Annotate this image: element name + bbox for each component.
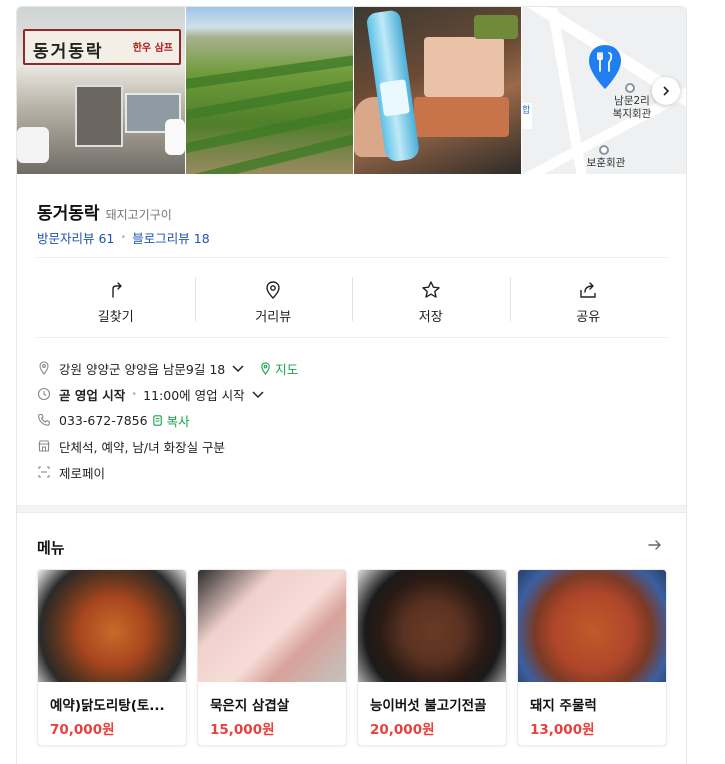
map-poi-icon — [599, 145, 609, 155]
location-icon — [39, 361, 49, 375]
menu-item[interactable]: 능이버섯 불고기전골 20,000원 — [357, 569, 507, 746]
chevron-down-icon[interactable] — [251, 387, 265, 401]
map-pin-icon — [589, 45, 621, 89]
street-view-icon — [266, 280, 280, 299]
divider — [37, 257, 667, 258]
place-title: 동거동락 — [37, 204, 100, 224]
menu-list: 예약)닭도리탕(토... 70,000원 묵은지 삼겹살 15,000원 능이버… — [37, 569, 677, 746]
menu-photo — [38, 570, 186, 682]
section-gap — [17, 505, 686, 513]
directions-label: 길찾기 — [97, 309, 134, 325]
menu-item-name: 묵은지 삼겹살 — [210, 698, 290, 714]
map-label: 보훈회관 — [586, 157, 626, 169]
menu-item[interactable]: 예약)닭도리탕(토... 70,000원 — [37, 569, 187, 746]
next-photo-button[interactable] — [652, 77, 680, 105]
separator-dot: • — [131, 388, 138, 400]
menu-item[interactable]: 돼지 주물럭 13,000원 — [517, 569, 667, 746]
shop-door — [75, 85, 123, 147]
map-label: 남문2리 복지회관 — [612, 95, 652, 120]
street-view-button[interactable]: 거리뷰 — [194, 267, 353, 337]
menu-item[interactable]: 묵은지 삼겹살 15,000원 — [197, 569, 347, 746]
save-button[interactable]: 저장 — [352, 267, 510, 337]
copy-label: 복사 — [166, 413, 190, 429]
photo-food-soju[interactable] — [354, 7, 521, 174]
photo-storefront[interactable]: 동거동락 한우 삼프 — [17, 7, 185, 174]
menu-photo — [198, 570, 346, 682]
copy-button[interactable]: 복사 — [151, 411, 190, 430]
photo-map[interactable]: 합 남문2리 복지회관 보훈회관 — [522, 7, 686, 174]
visitor-reviews-link[interactable]: 방문자리뷰 61 — [37, 228, 114, 247]
menu-item-price: 20,000원 — [370, 722, 435, 738]
map-link-label: 지도 — [275, 361, 299, 377]
menu-title: 메뉴 — [37, 539, 65, 557]
info-list: 강원 양양군 양양읍 남문9길 18 지도 곧 영업 시작 • 11:00에 영… — [37, 355, 657, 485]
arrow-right-icon[interactable] — [647, 537, 663, 553]
street-view-label: 거리뷰 — [255, 309, 292, 325]
menu-item-name: 능이버섯 불고기전골 — [370, 698, 487, 714]
separator-dot: • — [120, 232, 127, 243]
menu-photo — [518, 570, 666, 682]
pay-icon — [38, 466, 50, 478]
copy-icon — [152, 414, 162, 426]
address-text: 강원 양양군 양양읍 남문9길 18 — [59, 361, 226, 377]
map-side-label: 합 — [522, 103, 532, 129]
share-label: 공유 — [576, 309, 601, 325]
hours-detail: 11:00에 영업 시작 — [143, 387, 245, 403]
menu-item-name: 돼지 주물럭 — [530, 698, 597, 714]
parked-car — [17, 127, 49, 163]
clock-icon — [37, 387, 51, 401]
directions-button[interactable]: 길찾기 — [37, 267, 195, 337]
menu-item-price: 13,000원 — [530, 722, 595, 738]
amenities-text: 단체석, 예약, 남/녀 화장실 구분 — [59, 439, 226, 455]
review-links: 방문자리뷰 61 • 블로그리뷰 18 — [37, 228, 210, 247]
blog-reviews-link[interactable]: 블로그리뷰 18 — [132, 228, 209, 247]
menu-item-price: 70,000원 — [50, 722, 115, 738]
address-row: 강원 양양군 양양읍 남문9길 18 지도 — [37, 355, 657, 381]
place-category: 돼지고기구이 — [105, 208, 172, 222]
parked-car — [165, 119, 185, 155]
menu-item-name: 예약)닭도리탕(토... — [50, 698, 165, 714]
payment-text: 제로페이 — [59, 465, 106, 481]
star-icon — [422, 280, 440, 298]
hours-row[interactable]: 곧 영업 시작 • 11:00에 영업 시작 — [37, 381, 657, 407]
place-card: 동거동락 한우 삼프 합 남문2리 복지회관 보훈회관 동거동락 돼지고기구이 … — [16, 6, 687, 764]
map-link[interactable]: 지도 — [259, 359, 298, 378]
divider — [37, 337, 667, 338]
photo-strip: 동거동락 한우 삼프 합 남문2리 복지회관 보훈회관 — [17, 7, 686, 174]
map-poi-icon — [625, 83, 635, 93]
action-bar: 길찾기 거리뷰 저장 공유 — [37, 267, 667, 337]
payment-row: 제로페이 — [37, 459, 657, 485]
chevron-down-icon[interactable] — [231, 361, 245, 375]
phone-icon — [38, 413, 50, 426]
title-row: 동거동락 돼지고기구이 — [37, 199, 172, 224]
shop-sign: 동거동락 한우 삼프 — [23, 29, 181, 65]
share-button[interactable]: 공유 — [509, 267, 668, 337]
hours-status: 곧 영업 시작 — [59, 387, 126, 403]
phone-number[interactable]: 033-672-7856 — [59, 413, 148, 428]
phone-row: 033-672-7856 복사 — [37, 407, 657, 433]
save-label: 저장 — [418, 309, 443, 325]
menu-photo — [358, 570, 506, 682]
chevron-right-icon — [663, 86, 670, 96]
photo-field[interactable] — [186, 7, 353, 174]
share-icon — [580, 281, 596, 298]
directions-icon — [112, 281, 122, 298]
amenities-row: 단체석, 예약, 남/녀 화장실 구분 — [37, 433, 657, 459]
location-icon — [261, 361, 271, 375]
store-icon — [38, 440, 50, 452]
menu-item-price: 15,000원 — [210, 722, 275, 738]
